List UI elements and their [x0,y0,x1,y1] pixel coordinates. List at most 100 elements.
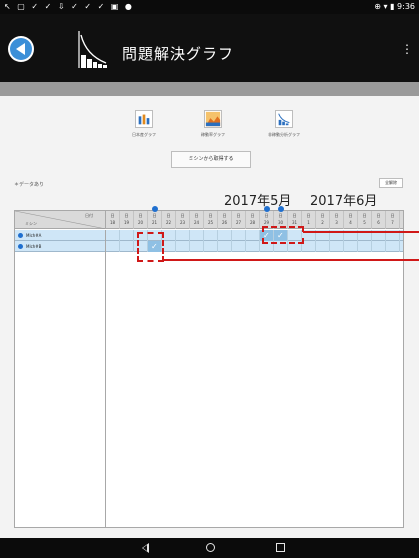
day-weekday: 日 [180,213,185,218]
day-number: 24 [193,220,200,225]
day-number: 25 [207,220,214,225]
day-weekday: 日 [166,213,171,218]
status-right: ⊕ ▾ ▮ 9:36 [374,2,415,11]
day-header-cell: 日4 [344,211,358,229]
day-weekday: 日 [194,213,199,218]
nav-recents-icon[interactable] [276,543,285,552]
day-header-cell: 日1 [302,211,316,229]
back-button[interactable] [8,36,34,62]
day-number: 26 [221,220,228,225]
data-exists-label: ＊データあり [14,182,45,188]
day-weekday: 日 [362,213,367,218]
non-operation-graph-label: 非稼動分析グラフ [268,132,300,137]
date-cell[interactable] [316,241,330,252]
date-cell[interactable] [302,241,316,252]
date-cell[interactable] [176,230,190,241]
date-cell[interactable] [232,241,246,252]
day-header-cell: 日 19 [120,211,134,229]
day-weekday: 日 [390,213,395,218]
day-weekday: 日 [250,213,255,218]
date-cell[interactable] [218,230,232,241]
production-graph-button[interactable]: 日本産グラフ [109,110,179,138]
landscape-chart-icon [204,110,222,128]
grid-header-row: 日付 ミシン 日 18 日 19 日 20 日 21 日 22 日 23 日 24 日 25 日 26 日 27 日 28… [15,206,403,229]
date-cell[interactable] [176,241,190,252]
day-weekday: 日 [306,213,311,218]
date-cell[interactable] [344,241,358,252]
date-cell[interactable] [190,241,204,252]
day-number: 7 [391,220,394,225]
day-number: 21 [151,220,158,225]
day-weekday: 日 [124,213,129,218]
navigation-bar [0,538,419,558]
date-cell[interactable] [372,241,386,252]
date-cell[interactable] [106,241,120,252]
app-title: 問題解決グラフ [122,45,235,63]
day-header-cell: 日3 [330,211,344,229]
day-header-cell: 日 26 [218,211,232,229]
date-cell[interactable] [162,230,176,241]
machine-name-cell: Mlch#B [15,241,106,252]
day-header-cell: 日 22 [162,211,176,229]
data-indicator-dot [152,206,158,212]
day-header-cell: 日5 [358,211,372,229]
date-cell[interactable] [218,241,232,252]
get-from-machine-button[interactable]: ミシンから取得する [171,151,251,168]
date-cell[interactable] [246,241,260,252]
day-number: 22 [165,220,172,225]
data-indicator-dot [264,206,270,212]
overflow-menu-icon[interactable]: ⋮ [401,42,413,56]
callout-line-a [303,231,419,233]
day-weekday: 日 [334,213,339,218]
machine-row[interactable]: Mlch#B [15,241,403,252]
clear-all-button[interactable]: 全解除 [379,178,403,188]
date-cell[interactable] [162,241,176,252]
app-root: ↖ ▢ ✓ ✓ ⇩ ✓ ✓ ✓ ▣ ● ⊕ ▾ ▮ 9:36 問題解決グラフ ⋮ [0,0,419,558]
day-weekday: 日 [236,213,241,218]
day-number: 3 [335,220,338,225]
date-cell[interactable] [246,230,260,241]
date-cell[interactable] [120,241,134,252]
day-weekday: 日 [278,213,283,218]
clock-time: 9:36 [397,2,415,11]
utilization-graph-button[interactable]: 稼動率グラフ [178,110,248,138]
data-indicator-dot [278,206,284,212]
day-number: 30 [277,220,284,225]
date-cell[interactable] [358,241,372,252]
day-number: 20 [137,220,144,225]
nav-home-icon[interactable] [206,543,215,552]
day-header-cell: 日 24 [190,211,204,229]
day-weekday: 日 [208,213,213,218]
notification-icons: ↖ ▢ ✓ ✓ ⇩ ✓ ✓ ✓ ▣ ● [4,2,134,11]
day-header-cell: 日 23 [176,211,190,229]
date-cell[interactable] [106,230,120,241]
machine-date-grid: 日付 ミシン 日 18 日 19 日 20 日 21 日 22 日 23 日 24 日 25 日 26 日 27 日 28… [14,206,404,528]
nav-back-icon[interactable] [142,543,149,553]
day-number: 31 [291,220,298,225]
callout-line-b [163,259,419,261]
date-cell[interactable] [204,241,218,252]
month-label-june: 2017年6月 [310,194,378,209]
date-cell[interactable] [330,241,344,252]
date-cell[interactable] [204,230,218,241]
day-header-cell: 日 18 [106,211,120,229]
highlight-box-machine-a [262,226,304,244]
date-cell[interactable] [386,241,400,252]
machine-status-dot [18,244,23,249]
machine-name: Mlch#B [26,244,42,249]
day-number: 2 [321,220,324,225]
date-cell[interactable] [120,230,134,241]
grid-corner: 日付 ミシン [15,211,106,229]
app-bar: 問題解決グラフ ⋮ [0,14,419,82]
day-number: 6 [377,220,380,225]
day-weekday: 日 [292,213,297,218]
back-arrow-icon [16,43,25,55]
day-number: 5 [363,220,366,225]
bar-chart-icon [135,110,153,128]
date-cell[interactable] [190,230,204,241]
day-number: 4 [349,220,352,225]
date-cell[interactable] [232,230,246,241]
day-number: 18 [109,220,116,225]
non-operation-graph-button[interactable]: 非稼動分析グラフ [249,110,319,138]
day-header-cell: 日2 [316,211,330,229]
